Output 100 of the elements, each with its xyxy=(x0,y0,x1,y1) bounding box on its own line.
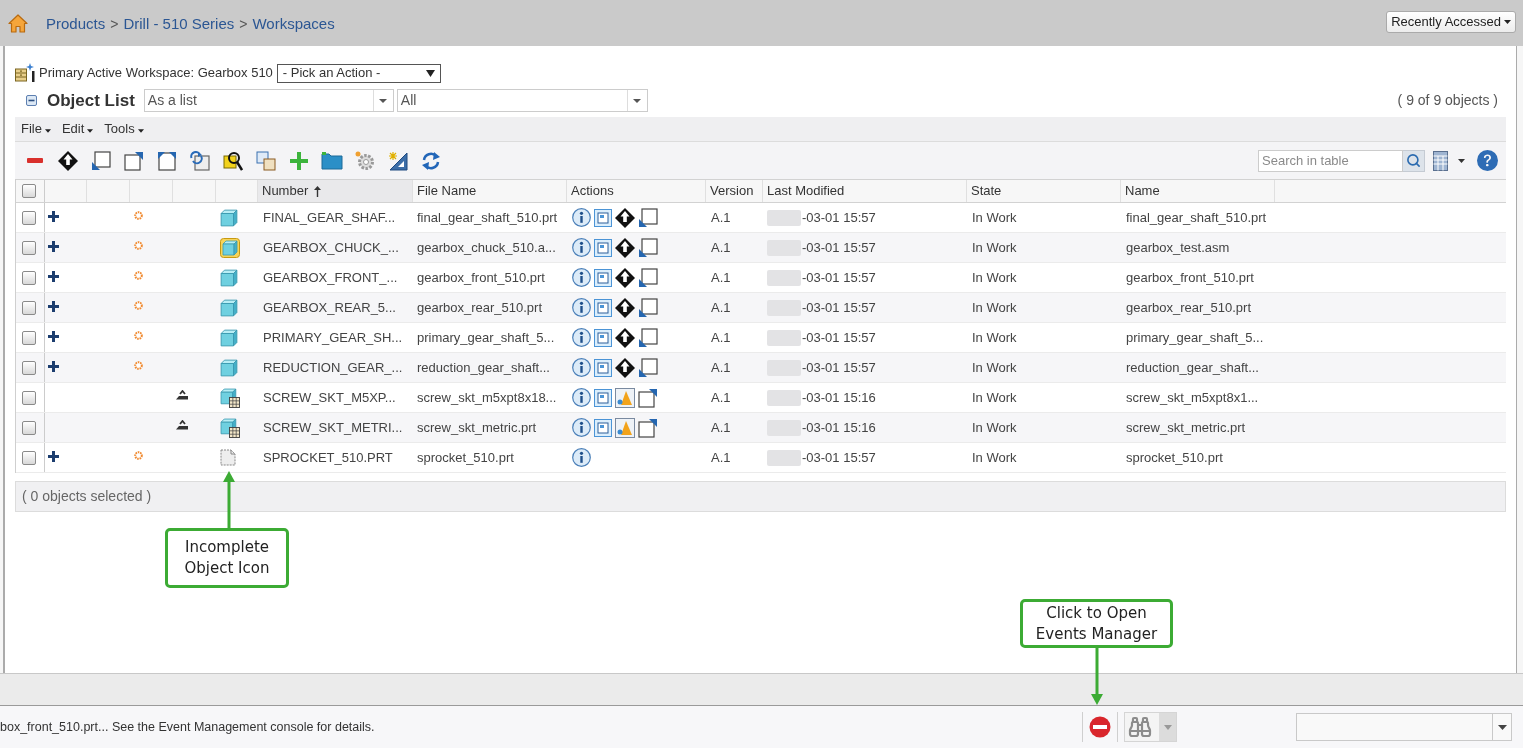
info-icon[interactable] xyxy=(572,358,591,377)
page-corner-icon[interactable] xyxy=(638,327,658,348)
diamond-arrow-icon[interactable] xyxy=(615,237,635,258)
dropdown-caret-icon[interactable] xyxy=(425,69,435,77)
breadcrumb-link[interactable]: Workspaces xyxy=(252,13,335,36)
info-icon[interactable] xyxy=(572,208,591,227)
state-cell-text: In Work xyxy=(972,328,1017,347)
page-corner-icon[interactable] xyxy=(638,357,658,378)
search-button[interactable] xyxy=(1403,149,1425,172)
menu-item[interactable]: File xyxy=(21,119,51,139)
home-icon[interactable] xyxy=(8,13,28,33)
collapse-icon[interactable] xyxy=(26,95,37,106)
info-icon[interactable] xyxy=(572,238,591,257)
checkbox[interactable] xyxy=(22,184,36,198)
state-cell-text: In Work xyxy=(972,418,1017,437)
menu-item[interactable]: Tools xyxy=(104,119,144,139)
cog-icon xyxy=(134,360,143,370)
file-name-cell-text: sprocket_510.prt xyxy=(417,448,514,467)
breadcrumb-link[interactable]: Products xyxy=(46,13,106,36)
info-icon[interactable] xyxy=(572,388,591,407)
info-icon[interactable] xyxy=(572,418,591,437)
status-message: box_front_510.prt... See the Event Management console for details. xyxy=(0,718,375,736)
redacted-block xyxy=(767,449,801,466)
checkbox[interactable] xyxy=(22,450,36,465)
diamond-arrow-icon[interactable] xyxy=(615,297,635,318)
last-modified-cell-text: -03-01 15:57 xyxy=(802,328,876,347)
magnifier-icon[interactable] xyxy=(223,150,243,171)
expand-plus-icon[interactable] xyxy=(48,240,59,252)
checkbox[interactable] xyxy=(22,240,36,255)
search-field[interactable]: Search in table xyxy=(1258,149,1403,172)
filter-select[interactable]: All xyxy=(396,89,648,112)
page-corner-icon[interactable] xyxy=(638,207,658,228)
cube-frame-icon xyxy=(220,237,240,258)
state-cell-text: In Work xyxy=(972,238,1017,257)
name-cell-text: gearbox_test.asm xyxy=(1126,238,1230,257)
state-cell-text: In Work xyxy=(972,448,1017,467)
expand-plus-icon[interactable] xyxy=(48,270,59,282)
breadcrumb-link[interactable]: Drill - 510 Series xyxy=(123,13,235,36)
checkbox[interactable] xyxy=(22,390,36,405)
info-icon[interactable] xyxy=(572,298,591,317)
checkbox[interactable] xyxy=(22,360,36,375)
checkbox[interactable] xyxy=(22,300,36,315)
page-sync-icon[interactable] xyxy=(190,150,210,171)
stacked-boxes-icon[interactable] xyxy=(256,150,276,171)
page-corner-icon[interactable] xyxy=(91,150,111,171)
page-corner-icon[interactable] xyxy=(638,387,658,408)
cone-icon[interactable] xyxy=(615,387,635,408)
checkbox[interactable] xyxy=(22,420,36,435)
caret-down-icon[interactable] xyxy=(1458,158,1465,163)
checkbox[interactable] xyxy=(22,330,36,345)
no-entry-icon[interactable] xyxy=(1089,716,1111,738)
last-modified-cell-text: -03-01 15:16 xyxy=(802,388,876,407)
binoculars-button[interactable] xyxy=(1124,712,1177,742)
triangle-ruler-icon[interactable] xyxy=(388,150,408,171)
help-icon[interactable] xyxy=(1477,150,1498,171)
page-corners-icon[interactable] xyxy=(157,150,177,171)
refresh-icon[interactable] xyxy=(421,150,441,171)
name-cell-text: gearbox_rear_510.prt xyxy=(1126,298,1252,317)
page-corner-icon[interactable] xyxy=(638,417,658,438)
page-corner-icon[interactable] xyxy=(124,150,144,171)
folder-icon[interactable] xyxy=(321,151,343,170)
diamond-arrow-icon[interactable] xyxy=(615,207,635,228)
expand-plus-icon[interactable] xyxy=(48,300,59,312)
action-select[interactable]: - Pick an Action - xyxy=(276,63,441,83)
dropdown-caret-icon[interactable] xyxy=(633,98,642,103)
state-cell-text: In Work xyxy=(972,358,1017,377)
redacted-block xyxy=(767,329,801,346)
page-corner-icon[interactable] xyxy=(638,237,658,258)
callout: Incomplete Object Icon xyxy=(165,528,289,588)
columns-icon[interactable] xyxy=(1433,150,1448,171)
search-icon xyxy=(1406,153,1421,168)
diamond-arrow-icon[interactable] xyxy=(615,357,635,378)
checkbox[interactable] xyxy=(22,270,36,285)
info-icon[interactable] xyxy=(572,448,591,467)
diamond-arrow-icon[interactable] xyxy=(615,327,635,348)
menu-item[interactable]: Edit xyxy=(61,119,94,139)
dropdown-caret-icon[interactable] xyxy=(379,98,388,103)
recently-accessed-button[interactable]: Recently Accessed xyxy=(1386,10,1516,33)
checkbox[interactable] xyxy=(22,210,36,225)
page-corner-icon[interactable] xyxy=(638,297,658,318)
dropdown-caret-icon[interactable] xyxy=(1497,724,1507,730)
cone-icon[interactable] xyxy=(615,417,635,438)
file-name-cell-text: primary_gear_shaft_5... xyxy=(417,328,555,347)
info-icon[interactable] xyxy=(572,268,591,287)
column-header[interactable]: Number xyxy=(258,180,413,202)
caret-down-icon[interactable] xyxy=(1504,19,1511,24)
window-icon[interactable] xyxy=(594,418,612,437)
gear-icon[interactable] xyxy=(355,150,375,171)
info-icon[interactable] xyxy=(572,328,591,347)
page-corner-icon[interactable] xyxy=(638,267,658,288)
expand-plus-icon[interactable] xyxy=(48,330,59,342)
expand-plus-icon[interactable] xyxy=(48,360,59,372)
number-cell-text: SCREW_SKT_M5XP... xyxy=(263,388,396,407)
expand-plus-icon[interactable] xyxy=(48,210,59,222)
diamond-arrow-icon[interactable] xyxy=(58,150,78,171)
view-select[interactable]: As a list xyxy=(143,89,394,112)
up-chevron-icon xyxy=(176,390,188,400)
expand-plus-icon[interactable] xyxy=(48,450,59,462)
diamond-arrow-icon[interactable] xyxy=(615,267,635,288)
caret-down-icon xyxy=(87,129,94,133)
